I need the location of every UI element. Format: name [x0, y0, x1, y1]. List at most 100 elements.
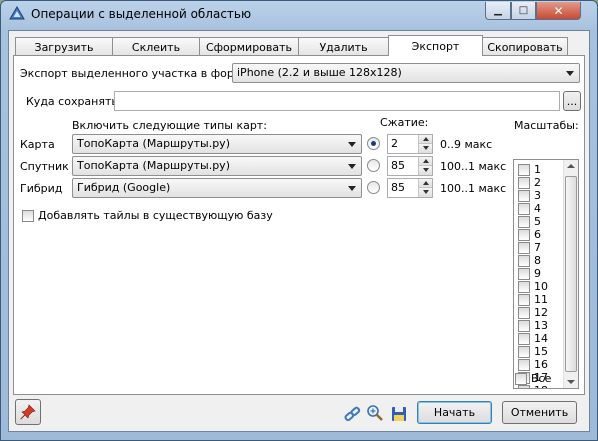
zoom-checkbox[interactable]	[518, 242, 530, 254]
append-tiles-label: Добавлять тайлы в существующую базу	[38, 209, 273, 222]
hybrid-source-select[interactable]: Гибрид (Google)	[72, 178, 362, 198]
maximize-button[interactable]: □	[511, 2, 536, 20]
zoom-checkbox[interactable]	[518, 216, 530, 228]
map-row-label: Карта	[20, 138, 55, 151]
spin-up-icon[interactable]	[418, 157, 432, 166]
tab-load[interactable]: Загрузить	[15, 37, 113, 56]
scroll-thumb[interactable]	[565, 176, 577, 372]
cancel-button[interactable]: Отменить	[502, 401, 577, 424]
title-bar[interactable]: Операции с выделенной областью ▁ □ ✕	[1, 1, 597, 29]
tab-generate[interactable]: Сформировать	[199, 37, 299, 56]
hybrid-compression-spinner[interactable]: 85	[387, 178, 433, 198]
export-panel: Экспорт выделенного участка в формат iPh…	[13, 55, 585, 395]
zoom-checkbox[interactable]	[518, 346, 530, 358]
map-radio[interactable]	[367, 137, 380, 150]
format-select[interactable]: iPhone (2.2 и выше 128x128)	[232, 63, 580, 83]
zoom-label: 3	[534, 189, 541, 202]
zoom-label: 4	[534, 202, 541, 215]
zoom-checkbox[interactable]	[518, 281, 530, 293]
minimize-button[interactable]: ▁	[485, 2, 511, 20]
zoom-checkbox[interactable]	[518, 255, 530, 267]
window-title: Операции с выделенной областью	[31, 7, 252, 21]
append-tiles-checkbox[interactable]	[22, 210, 34, 222]
satellite-compression-spinner[interactable]: 85	[387, 156, 433, 176]
spin-down-icon[interactable]	[418, 166, 432, 175]
scroll-up-icon[interactable]	[567, 164, 575, 168]
tab-strip: Загрузить Склеить Сформировать Удалить Э…	[15, 35, 568, 56]
save-icon[interactable]	[390, 405, 408, 423]
zoom-label: 15	[534, 345, 548, 358]
zoom-label: 7	[534, 241, 541, 254]
zoom-label: 14	[534, 332, 548, 345]
chevron-down-icon	[348, 142, 356, 147]
zooms-label: Масштабы:	[514, 119, 579, 132]
zoom-checkbox[interactable]	[518, 229, 530, 241]
all-zooms-label: Все	[531, 372, 552, 385]
spin-up-icon[interactable]	[418, 135, 432, 144]
satellite-row-label: Спутник	[20, 160, 69, 173]
chevron-down-icon	[348, 186, 356, 191]
hybrid-row-label: Гибрид	[20, 182, 63, 195]
zoom-label: 16	[534, 358, 548, 371]
zoom-to-selection-icon[interactable]	[366, 404, 384, 422]
hybrid-source-value: Гибрид (Google)	[77, 181, 171, 194]
dialog-window: Операции с выделенной областью ▁ □ ✕ Заг…	[0, 0, 598, 441]
tab-export[interactable]: Экспорт	[388, 35, 483, 56]
link-icon[interactable]	[343, 405, 361, 423]
satellite-radio[interactable]	[367, 159, 380, 172]
zoom-checkbox[interactable]	[518, 307, 530, 319]
map-source-value: ТопоКарта (Маршруты.ру)	[77, 137, 230, 150]
zoom-checkbox[interactable]	[518, 320, 530, 332]
zoom-label: 9	[534, 267, 541, 280]
zoom-checkbox[interactable]	[518, 190, 530, 202]
zoom-checkbox[interactable]	[518, 268, 530, 280]
spin-up-icon[interactable]	[418, 179, 432, 188]
zoom-label: 12	[534, 306, 548, 319]
include-types-label: Включить следующие типы карт:	[72, 119, 267, 132]
zoom-label: 6	[534, 228, 541, 241]
satellite-source-value: ТопоКарта (Маршруты.ру)	[77, 159, 230, 172]
satellite-compression-value: 85	[391, 159, 405, 172]
zoom-checkbox[interactable]	[518, 333, 530, 345]
zoom-label: 2	[534, 176, 541, 189]
format-label: Экспорт выделенного участка в формат	[20, 67, 256, 80]
zoom-label: 5	[534, 215, 541, 228]
start-button[interactable]: Начать	[417, 401, 492, 424]
spin-down-icon[interactable]	[418, 188, 432, 197]
zoom-label: 13	[534, 319, 548, 332]
zoom-label: 8	[534, 254, 541, 267]
close-button[interactable]: ✕	[536, 2, 581, 20]
pin-button[interactable]	[15, 399, 41, 425]
compression-label: Сжатие:	[380, 116, 429, 129]
hybrid-compression-range: 100..1 макс	[440, 182, 507, 195]
zoom-checkbox[interactable]	[518, 177, 530, 189]
map-source-select[interactable]: ТопоКарта (Маршруты.ру)	[72, 134, 362, 154]
zoom-checkbox[interactable]	[518, 359, 530, 371]
pin-icon	[20, 404, 36, 420]
zoom-label: 11	[534, 293, 548, 306]
footer-bar: Начать Отменить	[9, 396, 589, 432]
zoom-list[interactable]: 123456789101112131415161718	[513, 159, 579, 389]
close-icon: ✕	[553, 3, 564, 18]
zoom-checkbox[interactable]	[518, 294, 530, 306]
browse-button[interactable]: ...	[563, 91, 581, 111]
satellite-source-select[interactable]: ТопоКарта (Маршруты.ру)	[72, 156, 362, 176]
hybrid-radio[interactable]	[367, 181, 380, 194]
scroll-down-icon[interactable]	[567, 380, 575, 384]
tab-stitch[interactable]: Склеить	[112, 37, 200, 56]
chevron-down-icon	[566, 71, 574, 76]
format-value: iPhone (2.2 и выше 128x128)	[237, 66, 402, 79]
zoom-checkbox[interactable]	[518, 164, 530, 176]
tab-copy[interactable]: Скопировать	[482, 37, 568, 56]
spin-down-icon[interactable]	[418, 144, 432, 153]
tab-delete[interactable]: Удалить	[298, 37, 389, 56]
dialog-client: Загрузить Склеить Сформировать Удалить Э…	[8, 30, 590, 432]
all-zooms-checkbox[interactable]	[515, 373, 527, 385]
zoom-list-scrollbar[interactable]	[563, 160, 578, 388]
satellite-compression-range: 100..1 макс	[440, 160, 507, 173]
map-compression-spinner[interactable]: 2	[387, 134, 433, 154]
hybrid-compression-value: 85	[391, 181, 405, 194]
zoom-checkbox[interactable]	[518, 385, 530, 388]
save-path-input[interactable]	[114, 91, 560, 111]
zoom-checkbox[interactable]	[518, 203, 530, 215]
